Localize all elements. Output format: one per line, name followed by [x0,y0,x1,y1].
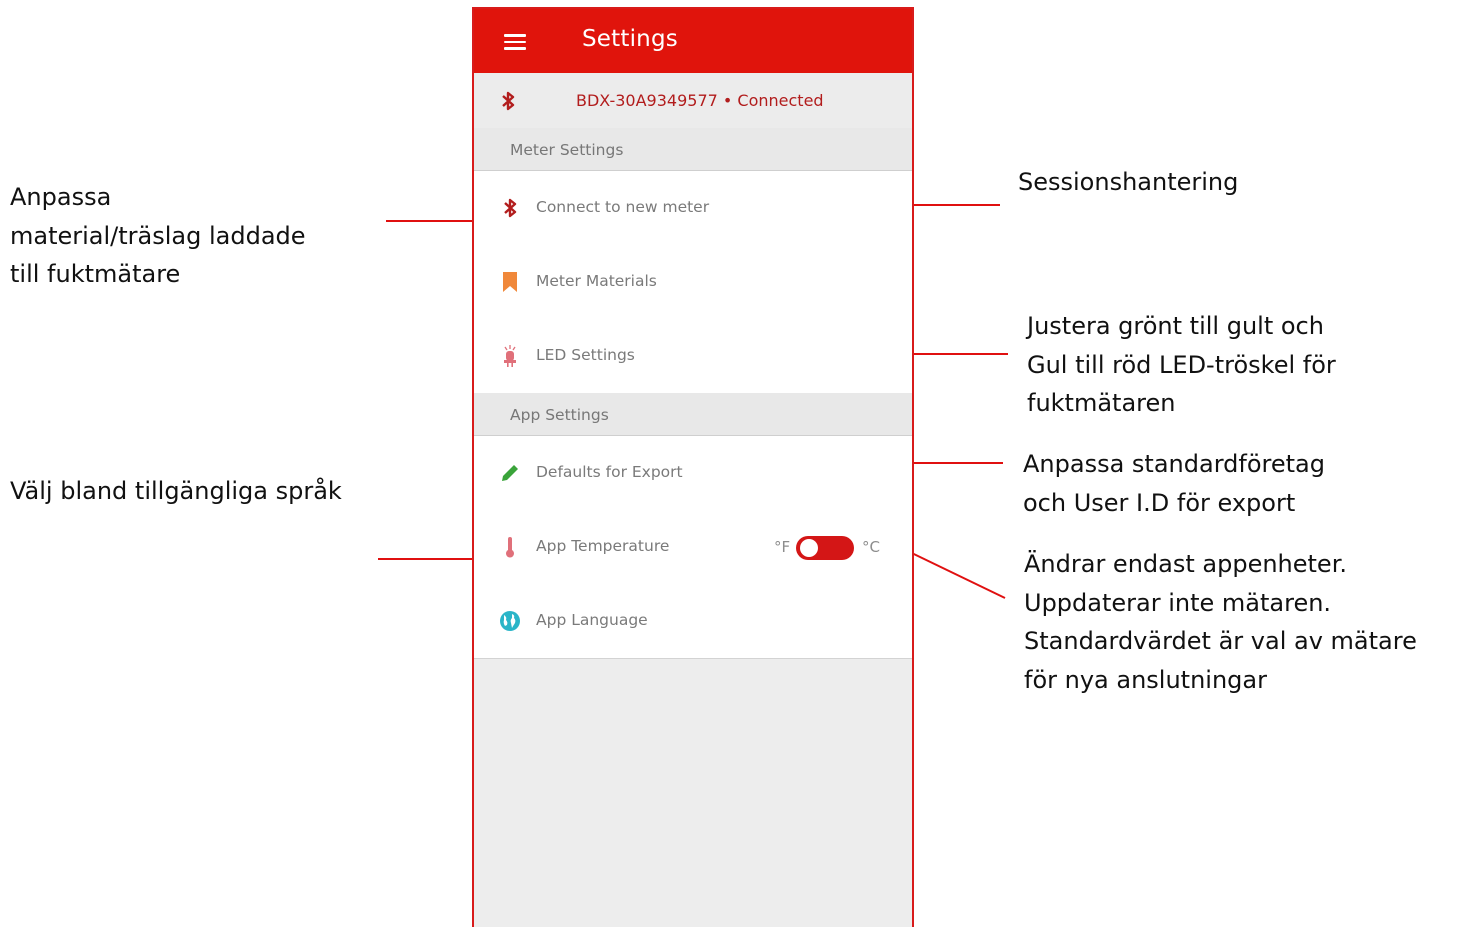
celsius-label: °C [862,538,880,556]
app-temperature-item[interactable]: App Temperature °F °C [474,510,912,585]
annotation-export: Anpassa standardföretag och User I.D för… [1023,450,1325,517]
annotation-materials: Anpassa material/träslag laddade till fu… [10,183,306,288]
phone-screen: Settings BDX-30A9349577 • Connected Mete… [472,7,914,927]
connection-status: BDX-30A9349577 • Connected [576,91,824,110]
defaults-for-export-item[interactable]: Defaults for Export [474,436,912,511]
item-label: Defaults for Export [536,463,683,481]
fahrenheit-label: °F [774,538,791,556]
pencil-icon [502,465,518,481]
hamburger-menu-icon[interactable] [504,34,526,50]
bluetooth-icon [502,91,515,111]
app-language-item[interactable]: App Language [474,584,912,659]
switch-knob [800,539,818,557]
annotation-led: Justera grönt till gult och Gul till röd… [1027,312,1336,417]
section-title: App Settings [510,406,609,424]
section-title: Meter Settings [510,141,624,159]
globe-icon [500,611,520,631]
device-status-row: BDX-30A9349577 • Connected [474,73,912,128]
page-title: Settings [582,26,678,52]
led-icon [504,345,516,367]
item-label: LED Settings [536,346,635,364]
temperature-switch[interactable] [796,536,854,560]
item-label: Meter Materials [536,272,657,290]
item-label: Connect to new meter [536,198,710,216]
section-header-meter-settings: Meter Settings [474,128,912,171]
item-label: App Language [536,611,648,629]
app-bar: Settings [474,9,912,73]
annotation-temperature: Ändrar endast appenheter. Uppdaterar int… [1024,550,1417,694]
thermometer-icon [506,537,514,558]
meter-materials-item[interactable]: Meter Materials [474,245,912,320]
annotation-language: Välj bland tillgängliga språk [10,477,342,505]
connect-new-meter-item[interactable]: Connect to new meter [474,171,912,246]
item-label: App Temperature [536,537,670,555]
annotation-session: Sessionshantering [1018,168,1239,196]
led-settings-item[interactable]: LED Settings [474,319,912,394]
section-header-app-settings: App Settings [474,393,912,436]
bluetooth-icon [504,198,517,218]
bookmark-icon [503,272,517,292]
